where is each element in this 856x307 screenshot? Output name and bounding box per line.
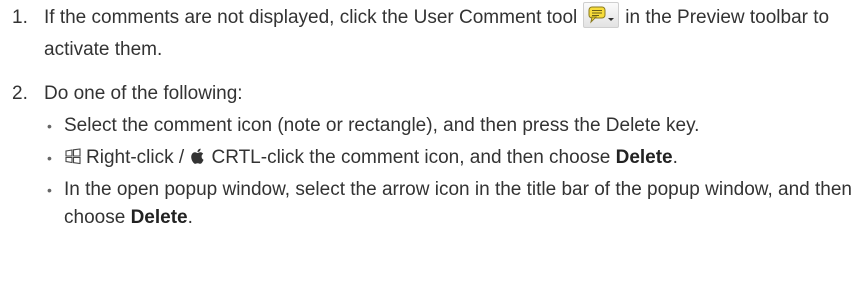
bullet-dot: • (47, 118, 52, 134)
instructions: 1. If the comments are not displayed, cl… (0, 0, 856, 244)
step-2: 2. Do one of the following: • Select the… (0, 78, 856, 232)
bullet-item: • Select the comment icon (note or recta… (44, 112, 856, 140)
apple-logo-icon (189, 146, 207, 164)
bullet-item: • In the open popup window, select the a… (44, 176, 856, 232)
step-text: If the comments are not displayed, click… (44, 2, 856, 66)
windows-logo-icon (64, 146, 82, 165)
step-number: 2. (12, 83, 28, 104)
bullet-list: • Select the comment icon (note or recta… (44, 112, 856, 232)
step-text: Do one of the following: (44, 83, 243, 104)
user-comment-tool-icon (583, 2, 620, 28)
bullet-item: • Right-click / CRTL-click the comment i… (44, 144, 856, 172)
step-1: 1. If the comments are not displayed, cl… (0, 2, 856, 66)
step-number: 1. (12, 7, 28, 28)
bullet-dot: • (47, 150, 52, 166)
bullet-dot: • (47, 182, 52, 198)
